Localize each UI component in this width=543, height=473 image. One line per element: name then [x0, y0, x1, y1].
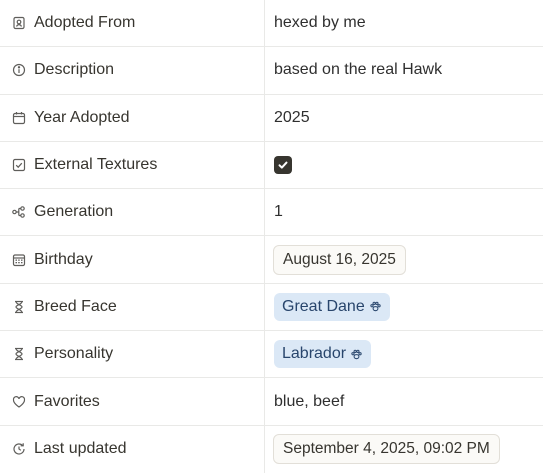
property-row-last-updated[interactable]: Last updated September 4, 2025, 09:02 PM	[0, 426, 543, 473]
property-row-personality[interactable]: Personality Labrador	[0, 331, 543, 379]
relation-icon	[12, 205, 26, 219]
contact-card-icon	[12, 16, 26, 30]
property-row-generation[interactable]: Generation 1	[0, 189, 543, 237]
property-label: Adopted From	[12, 0, 135, 46]
property-row-year-adopted[interactable]: Year Adopted 2025	[0, 95, 543, 142]
property-value[interactable]: 2025	[274, 95, 310, 141]
property-label-text: Year Adopted	[34, 108, 130, 126]
tag-text: Labrador	[282, 345, 347, 363]
property-value[interactable]: hexed by me	[274, 0, 366, 46]
paw-icon	[350, 348, 363, 361]
rollup-icon	[12, 300, 26, 314]
property-value[interactable]: 1	[274, 189, 283, 235]
property-value[interactable]: September 4, 2025, 09:02 PM	[273, 426, 500, 473]
property-label-text: Adopted From	[34, 14, 136, 32]
property-label: External Textures	[12, 142, 157, 188]
property-value[interactable]: Great Dane	[274, 284, 390, 330]
timestamp-chip: September 4, 2025, 09:02 PM	[273, 434, 500, 465]
property-label: Birthday	[12, 236, 93, 282]
property-row-favorites[interactable]: Favorites blue, beef	[0, 378, 543, 426]
property-label: Generation	[12, 189, 113, 235]
clock-icon	[12, 442, 26, 456]
property-label: Breed Face	[12, 284, 117, 330]
property-row-adopted-from[interactable]: Adopted From hexed by me	[0, 0, 543, 48]
property-label-text: External Textures	[34, 156, 158, 174]
date-chip[interactable]: August 16, 2025	[273, 244, 406, 275]
property-label: Personality	[12, 331, 113, 377]
property-value[interactable]	[274, 142, 292, 188]
property-table: Adopted From hexed by me Description bas…	[0, 0, 543, 473]
property-row-birthday[interactable]: Birthday August 16, 2025	[0, 236, 543, 284]
breed-tag[interactable]: Great Dane	[274, 292, 390, 321]
property-row-description[interactable]: Description based on the real Hawk	[0, 47, 543, 95]
property-value[interactable]: August 16, 2025	[273, 236, 406, 282]
property-label-text: Birthday	[34, 250, 93, 268]
property-row-breed-face[interactable]: Breed Face Great Dane	[0, 284, 543, 332]
property-label-text: Favorites	[34, 392, 100, 410]
property-row-external-textures[interactable]: External Textures	[0, 142, 543, 190]
property-label-text: Generation	[34, 203, 114, 221]
tag-text: Great Dane	[282, 297, 365, 315]
property-label-text: Description	[34, 61, 115, 79]
property-label-text: Breed Face	[34, 297, 117, 315]
rollup-icon	[12, 347, 26, 361]
property-label-text: Last updated	[34, 440, 127, 458]
property-label: Favorites	[12, 378, 100, 424]
property-label-text: Personality	[34, 345, 114, 363]
property-label: Year Adopted	[12, 95, 130, 141]
heart-icon	[12, 395, 26, 409]
property-value[interactable]: blue, beef	[274, 378, 344, 424]
calendar-icon	[12, 111, 26, 125]
paw-icon	[369, 300, 382, 313]
date-icon	[12, 253, 26, 267]
property-value[interactable]: Labrador	[274, 331, 372, 377]
checked-checkbox[interactable]	[274, 156, 292, 175]
property-label: Last updated	[12, 426, 127, 473]
checkbox-icon	[12, 158, 26, 172]
property-value[interactable]: based on the real Hawk	[274, 47, 442, 93]
property-label: Description	[12, 47, 114, 93]
info-icon	[12, 63, 26, 77]
personality-tag[interactable]: Labrador	[274, 340, 372, 369]
